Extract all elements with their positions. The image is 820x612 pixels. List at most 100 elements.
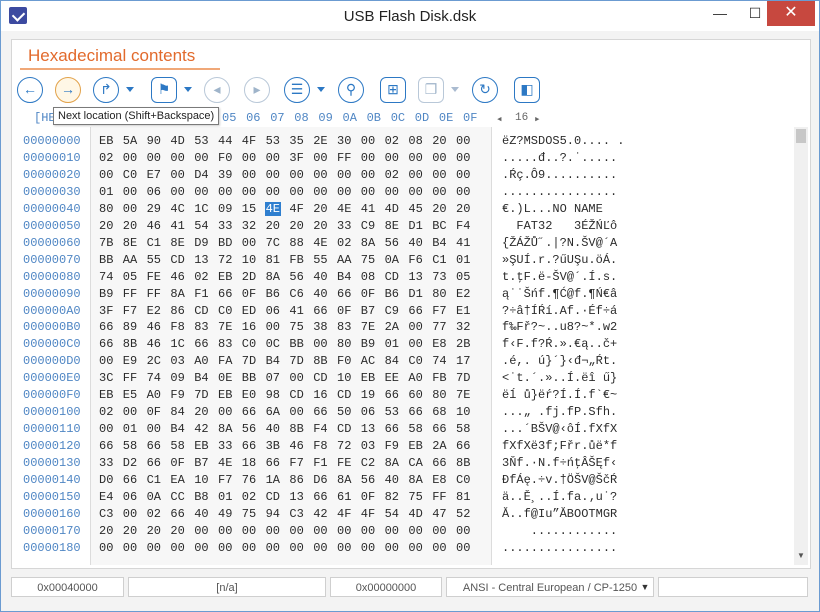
hex-byte[interactable]: EB (218, 388, 232, 402)
hex-byte[interactable]: 13 (289, 490, 303, 504)
hex-byte[interactable]: 00 (266, 168, 280, 182)
hex-byte[interactable]: 32 (456, 320, 470, 334)
hex-byte[interactable]: 00 (337, 168, 351, 182)
hex-byte[interactable]: 00 (313, 541, 327, 555)
hex-byte[interactable]: 0F (361, 287, 375, 301)
hex-byte[interactable]: 00 (194, 541, 208, 555)
hex-byte[interactable]: D0 (99, 473, 113, 487)
hex-byte[interactable]: 00 (242, 151, 256, 165)
hex-byte[interactable]: FF (123, 371, 137, 385)
hex-byte[interactable]: 74 (432, 354, 446, 368)
hex-byte[interactable]: 00 (123, 405, 137, 419)
hex-byte[interactable]: BC (432, 219, 446, 233)
hex-byte[interactable]: 4D (385, 202, 399, 216)
hex-byte[interactable]: 55 (147, 253, 161, 267)
hex-byte[interactable]: 60 (408, 388, 422, 402)
hex-byte[interactable]: 4E (313, 236, 327, 250)
hex-byte[interactable]: 66 (313, 490, 327, 504)
hex-byte[interactable]: 84 (385, 354, 399, 368)
hex-byte[interactable]: F1 (313, 456, 327, 470)
hex-byte[interactable]: 54 (194, 219, 208, 233)
hex-byte[interactable]: 30 (337, 134, 351, 148)
hex-byte[interactable]: 77 (432, 320, 446, 334)
hex-byte[interactable]: 00 (385, 185, 399, 199)
hex-byte[interactable]: 88 (289, 236, 303, 250)
hex-byte[interactable]: 19 (361, 388, 375, 402)
hex-byte[interactable]: 02 (385, 168, 399, 182)
hex-byte[interactable]: 32 (242, 219, 256, 233)
hex-byte[interactable]: 08 (408, 134, 422, 148)
hex-byte[interactable]: B7 (194, 456, 208, 470)
hex-byte[interactable]: 8B (289, 422, 303, 436)
hex-byte[interactable]: 0F (242, 287, 256, 301)
hex-byte[interactable]: 00 (99, 168, 113, 182)
hex-byte[interactable]: 00 (408, 151, 422, 165)
hex-byte[interactable]: 02 (337, 236, 351, 250)
hex-byte[interactable]: C0 (218, 304, 232, 318)
hex-byte[interactable]: 00 (147, 541, 161, 555)
copy-button[interactable]: ❐ (418, 77, 444, 103)
hex-byte[interactable]: 47 (432, 507, 446, 521)
hex-byte[interactable]: 33 (99, 456, 113, 470)
hex-byte[interactable]: CC (170, 490, 184, 504)
hex-byte[interactable]: 20 (194, 405, 208, 419)
hex-byte[interactable]: 41 (170, 219, 184, 233)
hex-byte[interactable]: 33 (218, 439, 232, 453)
hex-byte[interactable]: 3F (99, 304, 113, 318)
hex-byte[interactable]: 00 (170, 185, 184, 199)
scroll-down-icon[interactable]: ▼ (797, 551, 805, 560)
hex-byte[interactable]: 86 (170, 304, 184, 318)
hex-byte[interactable]: 00 (456, 185, 470, 199)
hex-byte[interactable]: E7 (147, 168, 161, 182)
hex-byte[interactable]: 81 (456, 490, 470, 504)
hex-byte[interactable]: 00 (266, 524, 280, 538)
hex-byte[interactable]: 66 (99, 439, 113, 453)
hex-byte[interactable]: 66 (385, 422, 399, 436)
hex-byte[interactable]: F0 (337, 354, 351, 368)
hex-byte[interactable]: B4 (432, 236, 446, 250)
hex-byte[interactable]: 00 (99, 354, 113, 368)
hex-byte[interactable]: 00 (123, 185, 137, 199)
hex-byte[interactable]: 40 (194, 507, 208, 521)
hex-byte[interactable]: 66 (147, 439, 161, 453)
hex-byte[interactable]: AA (337, 253, 351, 267)
hex-byte[interactable]: CD (337, 388, 351, 402)
hex-byte[interactable]: EB (99, 388, 113, 402)
hex-byte[interactable]: 06 (123, 490, 137, 504)
hex-byte[interactable]: 00 (337, 541, 351, 555)
hex-byte[interactable]: EB (408, 439, 422, 453)
hex-byte[interactable]: AA (123, 253, 137, 267)
scale-left-icon[interactable]: ◂ (496, 112, 503, 126)
hex-byte[interactable]: EB (218, 270, 232, 284)
hex-byte[interactable]: 01 (385, 337, 399, 351)
hex-byte[interactable]: 4C (170, 202, 184, 216)
hex-byte[interactable]: 58 (408, 422, 422, 436)
hex-byte[interactable]: 8B (456, 456, 470, 470)
hex-byte[interactable]: 94 (266, 507, 280, 521)
hex-byte[interactable]: 00 (361, 151, 375, 165)
text-preview-area[interactable]: ëZ?MSDOS5.0.... . .....đ..?.˙..... .Ŕç.Ô9.… (492, 127, 794, 565)
hex-byte[interactable]: C0 (242, 337, 256, 351)
hex-byte[interactable]: 56 (385, 236, 399, 250)
hex-byte[interactable]: 17 (456, 354, 470, 368)
hex-byte[interactable]: 03 (170, 354, 184, 368)
hex-byte[interactable]: 00 (218, 185, 232, 199)
hex-byte[interactable]: 7E (456, 388, 470, 402)
hex-byte[interactable]: 8A (266, 270, 280, 284)
hex-byte[interactable]: 52 (456, 507, 470, 521)
hex-byte[interactable]: CD (170, 253, 184, 267)
hex-byte[interactable]: 01 (218, 490, 232, 504)
hex-byte[interactable]: 05 (456, 270, 470, 284)
hex-byte[interactable]: CD (194, 304, 208, 318)
hex-byte[interactable]: 7B (99, 236, 113, 250)
hex-byte[interactable]: D9 (194, 236, 208, 250)
hex-byte[interactable]: 41 (456, 236, 470, 250)
hex-byte[interactable]: 3F (289, 151, 303, 165)
grid-button[interactable]: ⊞ (380, 77, 406, 103)
hex-byte[interactable]: 4F (289, 202, 303, 216)
hex-byte[interactable]: 7E (361, 320, 375, 334)
hex-byte[interactable]: 00 (432, 168, 446, 182)
hex-byte[interactable]: F7 (123, 304, 137, 318)
hex-byte[interactable]: BB (289, 337, 303, 351)
hex-byte[interactable]: 66 (147, 456, 161, 470)
